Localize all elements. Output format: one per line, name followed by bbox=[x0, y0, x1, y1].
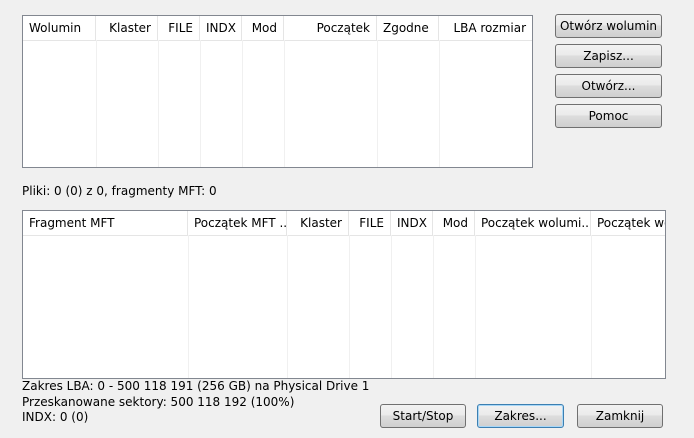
col-zgodne[interactable]: Zgodne bbox=[377, 16, 439, 40]
col-file[interactable]: FILE bbox=[158, 16, 200, 40]
gridline bbox=[377, 40, 378, 167]
col-poczatek-wo[interactable]: Początek wo bbox=[591, 211, 665, 235]
col-fragment-mft[interactable]: Fragment MFT bbox=[23, 211, 188, 235]
gridline bbox=[158, 40, 159, 167]
col-klaster[interactable]: Klaster bbox=[287, 211, 349, 235]
col-file[interactable]: FILE bbox=[349, 211, 391, 235]
gridline bbox=[475, 235, 476, 378]
gridline bbox=[433, 235, 434, 378]
volumes-list[interactable]: Wolumin Klaster FILE INDX Mod Początek Z… bbox=[22, 15, 533, 168]
fragments-list[interactable]: Fragment MFT Początek MFT ... Klaster FI… bbox=[22, 210, 666, 379]
col-poczatek-mft[interactable]: Początek MFT ... bbox=[188, 211, 287, 235]
start-stop-button[interactable]: Start/Stop bbox=[380, 404, 466, 428]
col-poczatek[interactable]: Początek bbox=[284, 16, 377, 40]
range-button[interactable]: Zakres... bbox=[477, 404, 564, 428]
open-volume-button[interactable]: Otwórz wolumin bbox=[555, 14, 662, 38]
gridline bbox=[96, 40, 97, 167]
files-status: Pliki: 0 (0) z 0, fragmenty MFT: 0 bbox=[22, 184, 217, 198]
col-mod[interactable]: Mod bbox=[433, 211, 475, 235]
gridline bbox=[242, 40, 243, 167]
help-button[interactable]: Pomoc bbox=[555, 104, 662, 128]
col-indx[interactable]: INDX bbox=[200, 16, 242, 40]
save-button[interactable]: Zapisz... bbox=[555, 44, 662, 68]
gridline bbox=[391, 235, 392, 378]
open-button[interactable]: Otwórz... bbox=[555, 74, 662, 98]
col-mod[interactable]: Mod bbox=[242, 16, 284, 40]
lba-range-status: Zakres LBA: 0 - 500 118 191 (256 GB) na … bbox=[22, 379, 370, 393]
gridline bbox=[284, 40, 285, 167]
col-wolumin[interactable]: Wolumin bbox=[23, 16, 96, 40]
col-poczatek-wolumi[interactable]: Początek wolumi... bbox=[475, 211, 591, 235]
col-klaster[interactable]: Klaster bbox=[96, 16, 158, 40]
gridline bbox=[591, 235, 592, 378]
scanned-sectors-status: Przeskanowane sektory: 500 118 192 (100%… bbox=[22, 395, 295, 409]
gridline bbox=[439, 40, 440, 167]
col-lba-rozmiar[interactable]: LBA rozmiar bbox=[439, 16, 532, 40]
indx-status: INDX: 0 (0) bbox=[22, 410, 89, 424]
gridline bbox=[188, 235, 189, 378]
fragments-list-header: Fragment MFT Początek MFT ... Klaster FI… bbox=[23, 211, 665, 236]
gridline bbox=[287, 235, 288, 378]
col-indx[interactable]: INDX bbox=[391, 211, 433, 235]
close-button[interactable]: Zamknij bbox=[577, 404, 663, 428]
gridline bbox=[349, 235, 350, 378]
volumes-list-header: Wolumin Klaster FILE INDX Mod Początek Z… bbox=[23, 16, 532, 41]
gridline bbox=[200, 40, 201, 167]
